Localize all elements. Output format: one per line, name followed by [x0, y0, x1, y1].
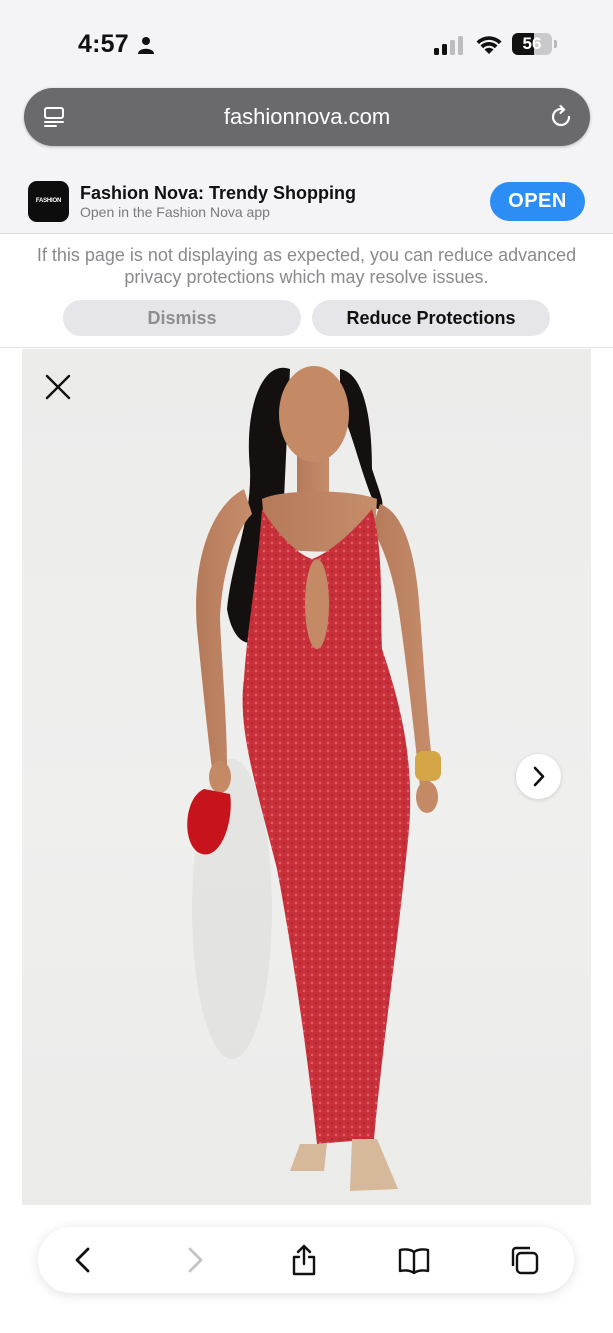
close-icon[interactable] — [44, 373, 72, 401]
model-illustration — [187, 366, 441, 1191]
wifi-icon — [476, 36, 502, 54]
bottom-toolbar-area — [0, 1205, 613, 1333]
signal-icon — [434, 36, 463, 55]
share-icon[interactable] — [288, 1244, 320, 1276]
address-bar-area: fashionnova.com — [0, 80, 613, 170]
app-subtitle: Open in the Fashion Nova app — [80, 204, 270, 220]
reload-icon[interactable] — [548, 104, 574, 130]
reduce-protections-button[interactable]: Reduce Protections — [312, 300, 550, 336]
back-icon[interactable] — [68, 1244, 100, 1276]
battery-percent: 56 — [522, 34, 542, 53]
url-text[interactable]: fashionnova.com — [24, 88, 590, 146]
app-logo: FASHION NOVA — [28, 181, 69, 245]
tabs-icon[interactable] — [508, 1244, 540, 1276]
bottom-toolbar — [38, 1227, 574, 1293]
privacy-notice: If this page is not displaying as expect… — [0, 234, 613, 348]
chevron-right-icon — [533, 766, 545, 787]
person-icon — [138, 37, 154, 54]
app-banner: FASHION NOVA Fashion Nova: Trendy Shoppi… — [0, 170, 613, 245]
open-app-button[interactable]: OPEN — [490, 182, 585, 221]
product-gallery — [0, 349, 613, 1205]
next-image-button[interactable] — [516, 754, 561, 799]
address-bar[interactable]: fashionnova.com — [24, 88, 590, 146]
product-photo[interactable] — [22, 349, 591, 1205]
privacy-message: If this page is not displaying as expect… — [36, 245, 577, 287]
reader-icon[interactable] — [42, 105, 66, 129]
bookmarks-icon[interactable] — [398, 1244, 430, 1276]
battery-icon: 56 — [512, 33, 558, 55]
status-bar: 4:57 56 — [0, 0, 613, 80]
status-time: 4:57 — [78, 30, 129, 58]
app-title: Fashion Nova: Trendy Shopping — [80, 183, 357, 203]
forward-icon[interactable] — [178, 1244, 210, 1276]
dismiss-button[interactable]: Dismiss — [63, 300, 301, 336]
